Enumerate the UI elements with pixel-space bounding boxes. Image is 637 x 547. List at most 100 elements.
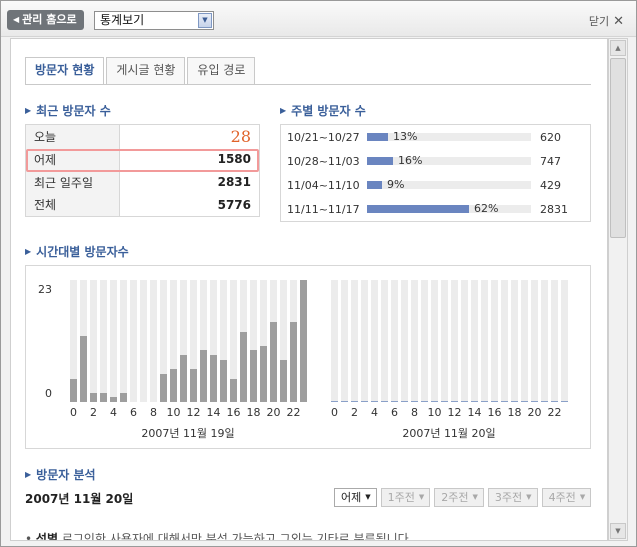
hour-bar [341, 401, 348, 402]
x-tick-label: 2 [351, 406, 358, 419]
weekly-visitors-table: 10/21~10/27 13% 620 10/28~11/03 16% 747 … [280, 124, 591, 222]
view-select-value: 통계보기 [100, 13, 145, 27]
hour-bar [501, 401, 508, 402]
x-tick-label: 20 [528, 406, 542, 419]
hour-track [441, 280, 448, 402]
week-row: 10/28~11/03 16% 747 [281, 149, 590, 173]
hour-track [120, 280, 127, 402]
scroll-down-icon[interactable]: ▼ [610, 523, 626, 539]
hour-bar [70, 379, 77, 402]
chevron-down-icon[interactable]: ▼ [198, 13, 212, 28]
hour-track [511, 280, 518, 402]
hour-bar [451, 401, 458, 402]
table-row: 최근 일주일 2831 [25, 170, 260, 194]
week-bar-fill [367, 157, 393, 165]
hour-bar [250, 350, 257, 402]
hour-track [451, 280, 458, 402]
hour-track [140, 280, 147, 402]
hour-bar [431, 401, 438, 402]
hour-track [481, 280, 488, 402]
chart-date-label: 2007년 11월 20일 [402, 426, 495, 440]
hour-track [491, 280, 498, 402]
stats-window: ◀ 관리 홈으로 통계보기 ▼ 닫기 ✕ 방문자 현황 게시글 현황 유입 경로… [0, 0, 637, 547]
hour-track [100, 280, 107, 402]
range-label: 1주전 [387, 491, 415, 504]
visitor-row-label: 어제 [25, 147, 120, 171]
x-tick-label: 12 [448, 406, 462, 419]
range-yesterday-select[interactable]: 어제 ▼ [334, 488, 377, 507]
hour-bar [331, 401, 338, 402]
close-button[interactable]: 닫기 ✕ [589, 13, 624, 29]
recent-visitors-title: ▶ 최근 방문자 수 [25, 102, 111, 119]
vertical-scrollbar[interactable]: ▲ ▼ [608, 38, 628, 541]
hour-track [411, 280, 418, 402]
week-row: 11/04~11/10 9% 429 [281, 173, 590, 197]
scroll-up-icon[interactable]: ▲ [610, 40, 626, 56]
hour-bar [270, 322, 277, 402]
table-row: 전체 5776 [25, 193, 260, 217]
bullet-icon: ▶ [25, 106, 32, 115]
week-row: 11/11~11/17 62% 2831 [281, 197, 590, 221]
hour-bar [190, 369, 197, 402]
hour-bar [491, 401, 498, 402]
bullet-icon: ▶ [280, 106, 287, 115]
x-tick-label: 14 [207, 406, 221, 419]
range-1week-select[interactable]: 1주전 ▼ [380, 488, 431, 507]
hour-bar [381, 401, 388, 402]
hour-bar [260, 346, 267, 402]
hour-bar [200, 350, 207, 402]
scroll-thumb[interactable] [610, 58, 626, 238]
week-count: 429 [540, 179, 561, 192]
visitor-analysis-title-text: 방문자 분석 [36, 468, 96, 482]
x-tick-label: 10 [167, 406, 181, 419]
hour-track [110, 280, 117, 402]
tab-visitor-status[interactable]: 방문자 현황 [25, 57, 105, 85]
hour-bar [511, 401, 518, 402]
week-bar-track: 13% [367, 130, 531, 143]
analysis-note: • 성별 로그인한 사용자에 대해서만 분석 가능하고 그외는 기타로 분류됩니… [25, 530, 413, 540]
hour-bar [391, 401, 398, 402]
tab-post-status[interactable]: 게시글 현황 [106, 57, 186, 84]
visitor-row-value: 28 [230, 126, 251, 146]
hour-track [90, 280, 97, 402]
week-row: 10/21~10/27 13% 620 [281, 125, 590, 149]
weekly-visitors-title: ▶ 주별 방문자 수 [280, 102, 366, 119]
hour-track [130, 280, 137, 402]
visitor-row-label: 전체 [25, 193, 120, 217]
range-label: 2주전 [441, 491, 469, 504]
range-4week-select[interactable]: 4주전 ▼ [541, 488, 592, 507]
hour-bar [561, 401, 568, 402]
range-2week-select[interactable]: 2주전 ▼ [434, 488, 484, 507]
back-arrow-icon: ◀ [13, 15, 20, 24]
range-3week-select[interactable]: 3주전 ▼ [487, 488, 538, 507]
hour-track [401, 280, 408, 402]
x-tick-label: 8 [150, 406, 157, 419]
admin-home-label: 관리 홈으로 [22, 13, 77, 26]
hour-track [421, 280, 428, 402]
week-bar-fill [367, 133, 388, 141]
view-select[interactable]: 통계보기 ▼ [94, 11, 214, 30]
hour-bar [531, 401, 538, 402]
hour-bar [90, 393, 97, 402]
hour-bar [351, 401, 358, 402]
chevron-down-icon: ▼ [472, 493, 478, 501]
week-range: 11/04~11/10 [287, 179, 360, 192]
hour-track [561, 280, 568, 402]
x-tick-label: 8 [411, 406, 418, 419]
admin-home-button[interactable]: ◀ 관리 홈으로 [7, 10, 84, 30]
week-bar-track: 62% [367, 202, 531, 215]
week-range: 10/28~11/03 [287, 155, 360, 168]
close-icon: ✕ [613, 13, 624, 29]
visitor-row-value: 5776 [217, 197, 251, 212]
hour-track [371, 280, 378, 402]
week-count: 2831 [540, 203, 568, 216]
week-bar-fill [367, 205, 469, 213]
hour-track [531, 280, 538, 402]
range-label: 3주전 [494, 491, 523, 504]
hour-bar [180, 355, 187, 402]
week-range: 11/11~11/17 [287, 203, 360, 216]
x-tick-label: 0 [70, 406, 77, 419]
tab-referrer[interactable]: 유입 경로 [187, 57, 256, 84]
x-tick-label: 22 [287, 406, 301, 419]
chevron-down-icon: ▼ [526, 493, 532, 501]
